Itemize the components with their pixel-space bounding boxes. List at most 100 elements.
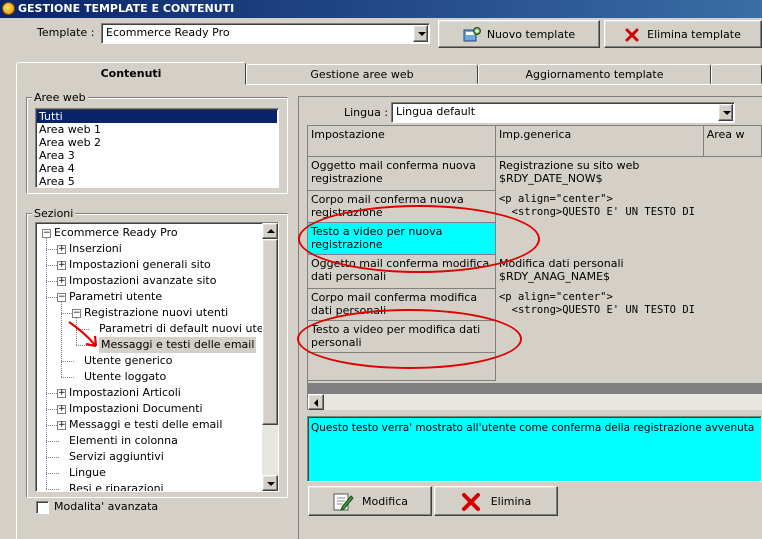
tree-item[interactable]: Messaggi e testi delle email	[99, 337, 257, 353]
delete-template-label: Elimina template	[647, 28, 741, 41]
arrow-down-icon	[267, 482, 275, 486]
tree-item[interactable]: Ecommerce Ready Pro	[54, 225, 178, 241]
list-item[interactable]: Area web 2	[37, 136, 277, 149]
lingua-dropdown-button[interactable]	[718, 104, 733, 121]
delete-x-icon	[461, 493, 480, 511]
tab-contenuti-label: Contenuti	[100, 67, 162, 80]
tree-connector	[61, 361, 74, 362]
tree-item[interactable]: Inserzioni	[69, 241, 122, 257]
new-template-button[interactable]: Nuovo template	[438, 20, 600, 48]
tree-connector	[46, 489, 59, 490]
tree-item[interactable]: Impostazioni Documenti	[69, 401, 203, 417]
tab-gestione-aree-web[interactable]: Gestione aree web	[246, 64, 478, 84]
area-cell[interactable]	[703, 254, 762, 289]
lingua-select[interactable]: Lingua default	[391, 102, 735, 123]
tree-item[interactable]: Impostazioni Articoli	[69, 385, 181, 401]
sezioni-tree[interactable]: − Ecommerce Ready Pro + Inserzioni + Impostaz…	[35, 222, 279, 492]
new-template-label: Nuovo template	[486, 28, 576, 41]
value-cell[interactable]: <p align="center"> <strong>QUESTO E' UN …	[495, 190, 704, 223]
tree-item[interactable]: Parametri utente	[69, 289, 162, 305]
template-label: Template :	[37, 26, 95, 39]
expand-plus-icon[interactable]: +	[57, 421, 66, 430]
value-cell[interactable]	[495, 320, 704, 353]
scroll-thumb[interactable]	[262, 239, 278, 425]
tree-guide-line	[46, 237, 47, 489]
annotation-arrow-icon	[68, 321, 98, 348]
modify-button[interactable]: Modifica	[308, 486, 432, 516]
preview-text: Questo testo verra' mostrato all'utente …	[311, 422, 755, 434]
area-cell[interactable]	[703, 288, 762, 321]
tab-aggiornamento-template-label: Aggiornamento template	[525, 68, 664, 81]
area-cell[interactable]	[703, 156, 762, 191]
collapse-minus-icon[interactable]: −	[72, 309, 81, 318]
tree-item[interactable]: Impostazioni avanzate sito	[69, 273, 216, 289]
tree-item[interactable]: Parametri di default nuovi utenti	[99, 321, 262, 337]
tab-overflow[interactable]	[711, 64, 762, 84]
preview-textarea[interactable]: Questo testo verra' mostrato all'utente …	[307, 416, 762, 482]
expand-plus-icon[interactable]: +	[57, 261, 66, 270]
advanced-mode-checkbox[interactable]	[36, 501, 49, 514]
delete-button[interactable]: Elimina	[434, 486, 558, 516]
tree-item[interactable]: Servizi aggiuntivi	[69, 449, 164, 465]
tab-gestione-aree-web-label: Gestione aree web	[310, 68, 414, 81]
column-header-area-web[interactable]: Area w	[703, 126, 762, 157]
expand-plus-icon[interactable]: +	[57, 277, 66, 286]
tree-connector	[46, 441, 59, 442]
tree-item[interactable]: Impostazioni generali sito	[69, 257, 211, 273]
app-icon	[2, 2, 15, 15]
tree-item[interactable]: Resi e riparazioni	[69, 481, 164, 491]
delete-template-button[interactable]: Elimina template	[604, 20, 762, 48]
sezioni-title: Sezioni	[32, 207, 76, 220]
template-select[interactable]: Ecommerce Ready Pro	[101, 23, 430, 44]
tab-aggiornamento-template[interactable]: Aggiornamento template	[478, 64, 711, 84]
grid-divider	[308, 383, 762, 394]
template-select-value: Ecommerce Ready Pro	[106, 26, 230, 39]
value-cell[interactable]: Registrazione su sito web $RDY_DATE_NOW$	[495, 156, 704, 191]
grid-hscrollbar[interactable]	[308, 394, 762, 410]
list-item[interactable]: Area 5	[37, 175, 277, 188]
new-template-icon	[463, 27, 481, 42]
tree-item[interactable]: Utente generico	[84, 353, 173, 369]
table-row[interactable]: Oggetto mail conferma nuova registrazion…	[308, 156, 762, 191]
tree-item[interactable]: Utente loggato	[84, 369, 166, 385]
expand-plus-icon[interactable]: +	[57, 405, 66, 414]
tree-item[interactable]: Messaggi e testi delle email	[69, 417, 222, 433]
list-item[interactable]: Area web 1	[37, 123, 277, 136]
template-dropdown-button[interactable]	[413, 25, 428, 42]
scroll-down-button[interactable]	[262, 475, 278, 491]
tree-item[interactable]: Elementi in colonna	[69, 433, 178, 449]
scroll-up-button[interactable]	[262, 223, 278, 239]
column-header-impostazione[interactable]: Impostazione	[308, 126, 496, 157]
expand-plus-icon[interactable]: +	[57, 245, 66, 254]
lingua-label: Lingua :	[344, 106, 389, 119]
tree-connector	[46, 473, 59, 474]
value-cell[interactable]: <p align="center"> <strong>QUESTO E' UN …	[495, 288, 704, 321]
column-header-imp-generica[interactable]: Imp.generica	[495, 126, 704, 157]
tab-contenuti[interactable]: Contenuti	[16, 62, 246, 85]
list-item[interactable]: Area 4	[37, 162, 277, 175]
value-cell[interactable]	[495, 352, 704, 381]
tree-item[interactable]: Lingue	[69, 465, 106, 481]
area-cell[interactable]	[703, 190, 762, 223]
collapse-minus-icon[interactable]: −	[42, 229, 51, 238]
tree-connector	[61, 377, 74, 378]
delete-x-icon	[625, 28, 639, 42]
list-item[interactable]: Area 3	[37, 149, 277, 162]
annotation-ellipse	[298, 205, 540, 273]
arrow-up-icon	[267, 229, 275, 233]
chevron-down-icon	[418, 32, 426, 36]
expand-plus-icon[interactable]: +	[57, 389, 66, 398]
setting-cell: Oggetto mail conferma nuova registrazion…	[308, 156, 496, 191]
area-cell[interactable]	[703, 352, 762, 381]
list-item-tutti[interactable]: Tutti	[37, 110, 277, 123]
collapse-minus-icon[interactable]: −	[57, 293, 66, 302]
scroll-left-button[interactable]	[308, 394, 324, 410]
aree-web-title: Aree web	[32, 91, 88, 104]
area-cell[interactable]	[703, 320, 762, 353]
aree-web-list[interactable]: Tutti Area web 1 Area web 2 Area 3 Area …	[35, 108, 279, 188]
window-title: GESTIONE TEMPLATE E CONTENUTI	[18, 2, 235, 15]
tree-item[interactable]: Registrazione nuovi utenti	[84, 305, 228, 321]
value-cell[interactable]: Modifica dati personali $RDY_ANAG_NAME$	[495, 254, 704, 289]
area-cell[interactable]	[703, 222, 762, 255]
tree-vscrollbar[interactable]	[262, 223, 278, 491]
